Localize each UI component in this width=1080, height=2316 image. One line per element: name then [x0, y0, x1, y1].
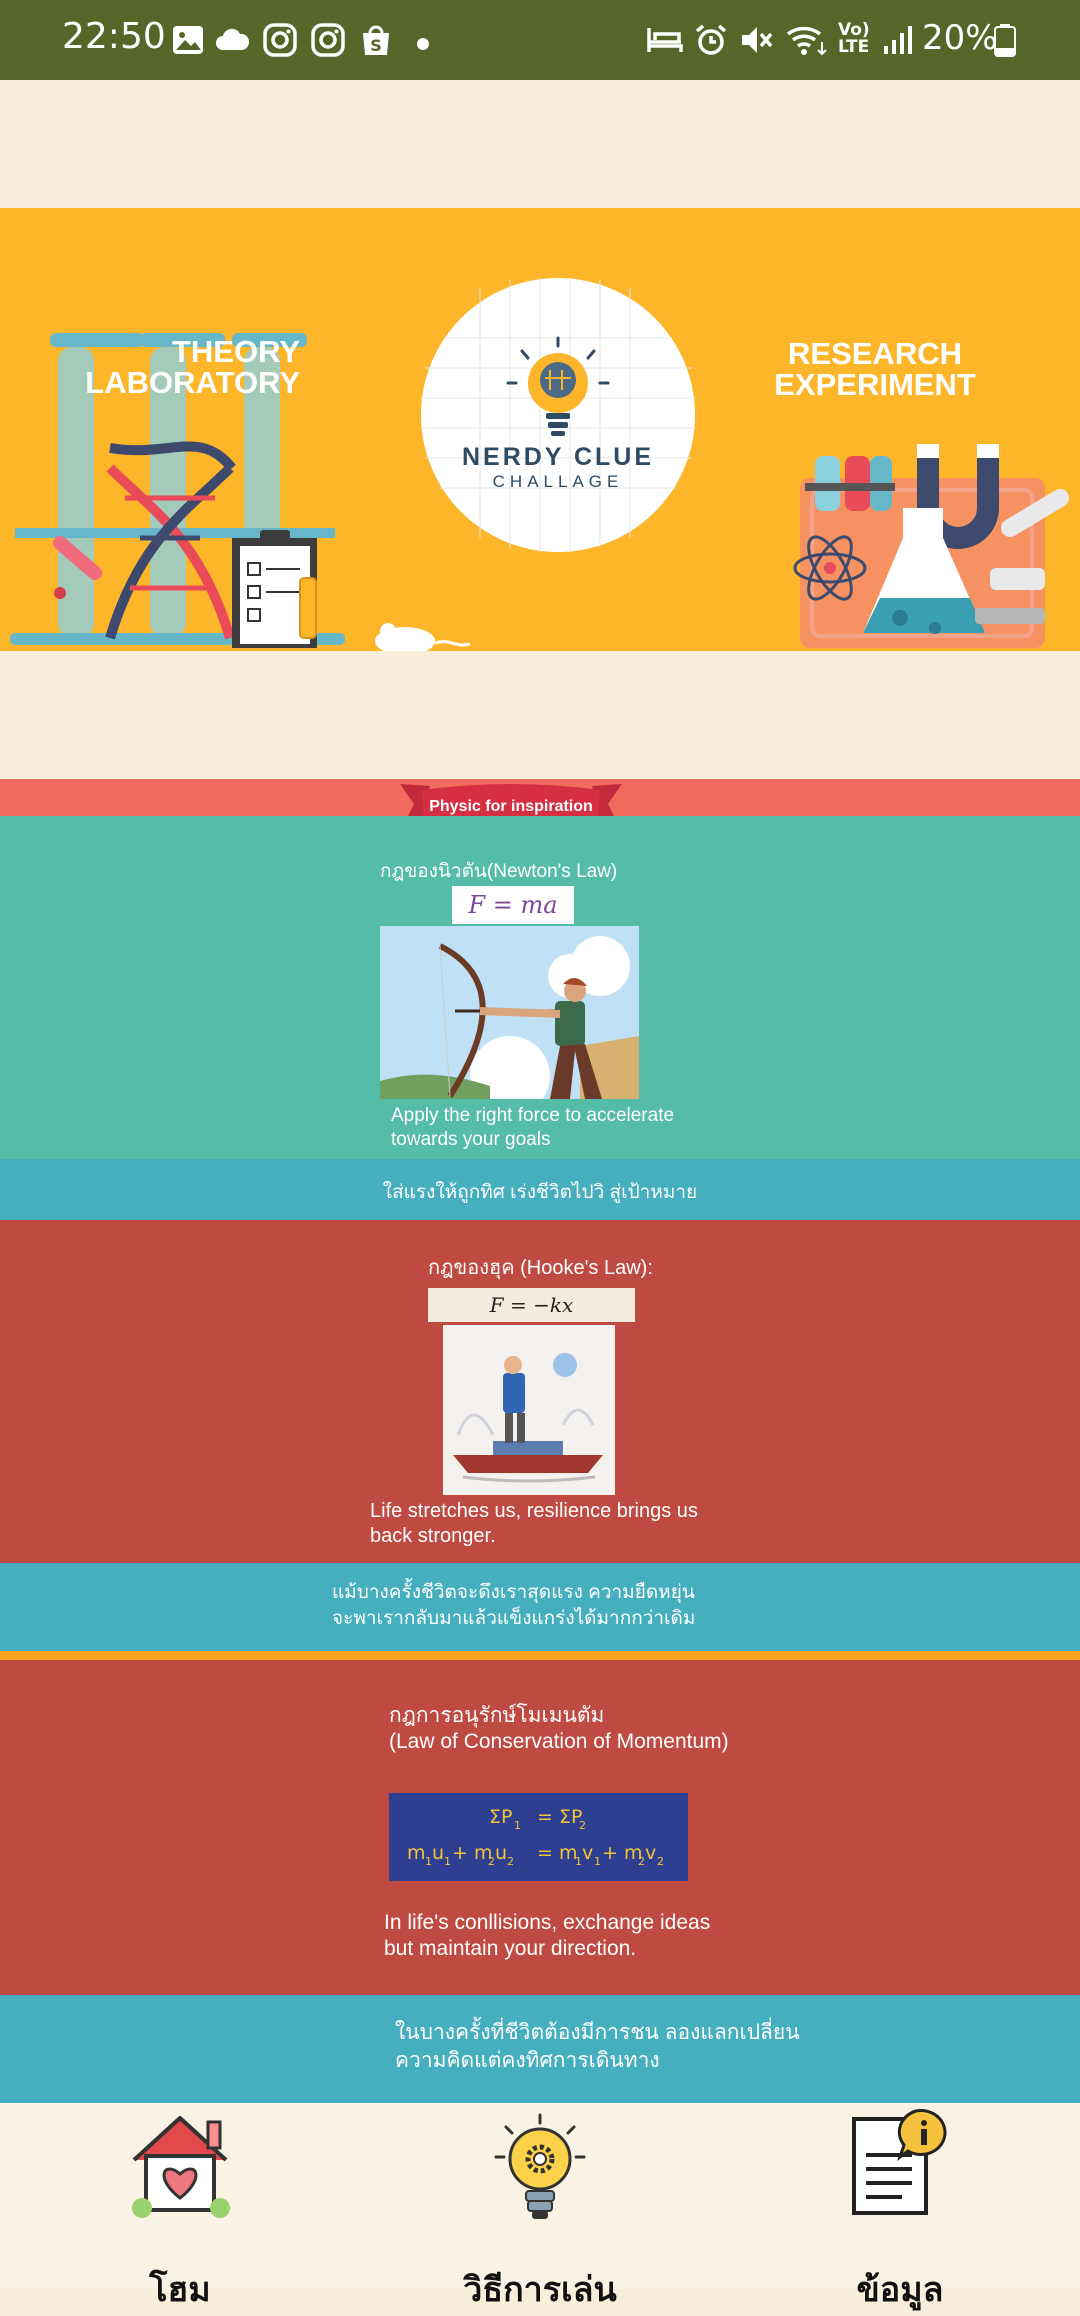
- archer-illustration: [380, 926, 639, 1099]
- hero-banner: THEORY LABORATORY RESEARCH EXPERIMENT NE…: [0, 208, 1080, 651]
- logo-subtitle: CHALLAGE: [492, 472, 624, 491]
- momentum-band-text: ในบางครั้งที่ชีวิตต้องมีการชน ลองแลกเปลี…: [395, 2019, 975, 2075]
- nav-label-info[interactable]: ข้อมูล: [820, 2262, 980, 2316]
- banner-bottom-spacer: [0, 651, 1080, 779]
- signal-icon: [884, 26, 912, 54]
- battery-icon: [994, 24, 1016, 57]
- laboratory-label: LABORATORY: [85, 365, 300, 400]
- boat-illustration: [443, 1325, 615, 1495]
- bed-icon: [647, 28, 683, 52]
- section-divider: [0, 1651, 1080, 1660]
- network-label-bottom: LTE: [838, 37, 870, 57]
- svg-text:= m: = m: [537, 1842, 577, 1864]
- svg-text:2: 2: [488, 1855, 495, 1868]
- status-time: 22:50: [62, 16, 166, 57]
- momentum-section: กฎการอนุรักษ์โมเมนตัม (Law of Conservati…: [0, 1660, 1080, 1995]
- svg-text:m: m: [407, 1842, 426, 1864]
- svg-text:2: 2: [579, 1819, 586, 1832]
- momentum-caption-line2: but maintain your direction.: [384, 1937, 637, 1960]
- lab-illustration: [10, 278, 1069, 651]
- logo-title: NERDY CLUE: [461, 443, 655, 471]
- svg-text:v: v: [645, 1842, 656, 1864]
- lightbulb-gear-icon: [494, 2113, 586, 2219]
- hooke-caption-line1: Life stretches us, resilience brings us: [370, 1500, 698, 1522]
- newton-equation: F = ma: [452, 886, 574, 924]
- svg-text:+ m: + m: [452, 1842, 492, 1864]
- banner-top-spacer: [0, 80, 1080, 208]
- newton-caption-line1: Apply the right force to accelerate: [391, 1105, 675, 1126]
- svg-text:= ΣP: = ΣP: [537, 1806, 582, 1828]
- momentum-title: กฎการอนุรักษ์โมเมนตัม (Law of Conservati…: [389, 1703, 909, 1755]
- status-bar: 22:50 S Vo) LTE 20%: [0, 0, 1080, 80]
- svg-text:1: 1: [425, 1855, 432, 1868]
- svg-text:ΣP: ΣP: [489, 1806, 512, 1828]
- hooke-title: กฎของฮุค (Hooke's Law):: [428, 1257, 653, 1279]
- research-experiment-label: RESEARCH EXPERIMENT: [770, 338, 980, 400]
- svg-text:1: 1: [444, 1855, 451, 1868]
- newton-caption: Apply the right force to accelerate towa…: [391, 1104, 791, 1152]
- hooke-thai-band: แม้บางครั้งชีวิตจะดึงเราสุดแรง ความยืดหย…: [0, 1563, 1080, 1651]
- momentum-thai-band: ในบางครั้งที่ชีวิตต้องมีการชน ลองแลกเปลี…: [0, 1995, 1080, 2103]
- momentum-caption: In life's conllisions, exchange ideas bu…: [384, 1910, 884, 1962]
- svg-text:u: u: [432, 1842, 444, 1864]
- momentum-title-line2: (Law of Conservation of Momentum): [389, 1730, 729, 1753]
- hooke-caption: Life stretches us, resilience brings us …: [370, 1499, 830, 1549]
- theory-laboratory-label: THEORY LABORATORY: [70, 336, 300, 398]
- newton-caption-line2: towards your goals: [391, 1129, 551, 1150]
- instagram-icon-2: [311, 23, 345, 57]
- momentum-equation: ΣP 1 = ΣP2 m1 u1 + m2 u2 = m1 v1 + m2 v2: [389, 1793, 688, 1881]
- newton-thai-band: ใส่แรงให้ถูกทิศ เร่งชีวิตไปวิ สู่เป้าหมา…: [0, 1159, 1080, 1220]
- newton-section: กฎของนิวตัน(Newton's Law) F = ma Apply t…: [0, 816, 1080, 1159]
- momentum-band-line1: ในบางครั้งที่ชีวิตต้องมีการชน ลองแลกเปลี…: [395, 2021, 800, 2044]
- instagram-icon: [263, 23, 297, 57]
- hooke-caption-line2: back stronger.: [370, 1525, 496, 1547]
- svg-text:S: S: [370, 36, 382, 55]
- nav-label-home[interactable]: โฮม: [100, 2262, 260, 2316]
- newton-band-text: ใส่แรงให้ถูกทิศ เร่งชีวิตไปวิ สู่เป้าหมา…: [382, 1182, 698, 1203]
- svg-text:1: 1: [514, 1819, 521, 1832]
- momentum-band-line2: ความคิดแต่คงทิศการเดินทาง: [395, 2049, 660, 2072]
- app-logo: NERDY CLUE CHALLAGE: [440, 443, 676, 492]
- hooke-equation: F = −kx: [428, 1288, 635, 1322]
- momentum-caption-line1: In life's conllisions, exchange ideas: [384, 1911, 711, 1934]
- svg-text:1: 1: [594, 1855, 601, 1868]
- battery-percent: 20%: [922, 18, 998, 58]
- newton-title: กฎของนิวตัน(Newton's Law): [380, 861, 618, 882]
- theory-label: THEORY: [171, 334, 300, 369]
- shopee-icon: S: [363, 25, 389, 55]
- research-label: RESEARCH: [788, 336, 962, 371]
- notification-dot-icon: [417, 38, 429, 50]
- ribbon-label: Physic for inspiration: [429, 798, 593, 815]
- svg-text:v: v: [582, 1842, 593, 1864]
- svg-text:2: 2: [507, 1855, 514, 1868]
- document-info-icon: [852, 2109, 947, 2215]
- svg-text:1: 1: [575, 1855, 582, 1868]
- wifi-icon: [786, 26, 827, 56]
- gallery-icon: [173, 26, 203, 54]
- svg-text:u: u: [495, 1842, 507, 1864]
- hooke-section: กฎของฮุค (Hooke's Law): F = −kx Life str…: [0, 1220, 1080, 1563]
- hooke-band-text: แม้บางครั้งชีวิตจะดึงเราสุดแรง ความยืดหย…: [332, 1580, 892, 1632]
- mute-icon: [742, 27, 773, 53]
- hooke-band-line2: จะพาเรากลับมาแล้วแข็งแกร่งได้มากกว่าเดิม: [332, 1608, 696, 1629]
- svg-text:2: 2: [657, 1855, 664, 1868]
- hooke-band-line1: แม้บางครั้งชีวิตจะดึงเราสุดแรง ความยืดหย…: [332, 1582, 695, 1603]
- alarm-icon: [695, 24, 727, 55]
- home-icon: [132, 2116, 230, 2218]
- network-type: Vo) LTE: [838, 22, 870, 56]
- momentum-title-line1: กฎการอนุรักษ์โมเมนตัม: [389, 1704, 605, 1727]
- svg-text:2: 2: [638, 1855, 645, 1868]
- cloud-icon: [216, 28, 250, 50]
- nav-label-how-to-play[interactable]: วิธีการเล่น: [440, 2262, 640, 2316]
- svg-text:+ m: + m: [602, 1842, 642, 1864]
- experiment-label: EXPERIMENT: [774, 367, 976, 402]
